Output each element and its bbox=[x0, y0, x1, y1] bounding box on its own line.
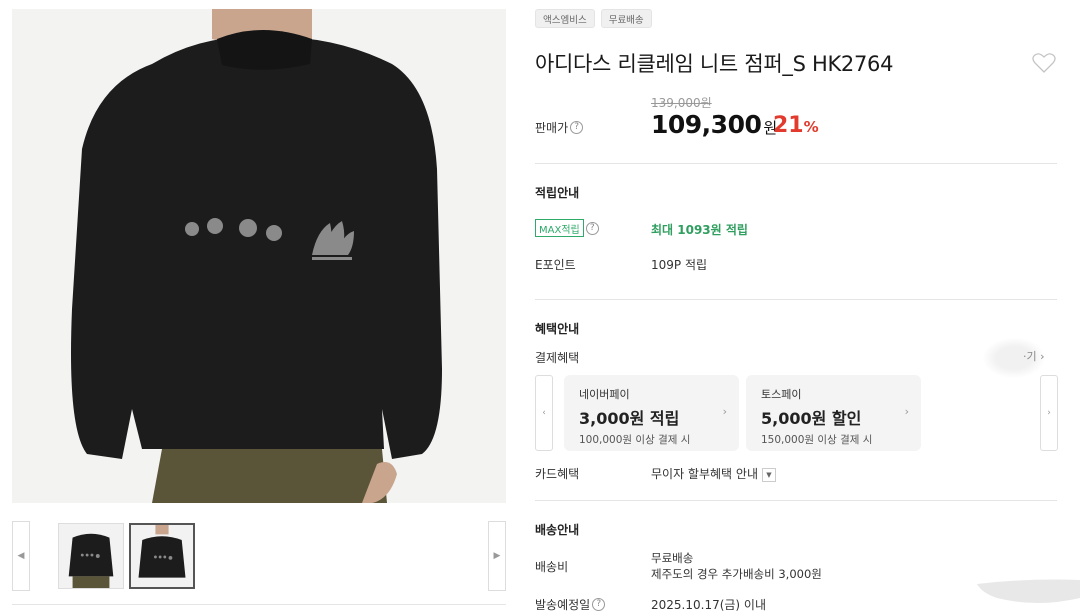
payment-card-benefit: 5,000원 할인 bbox=[761, 409, 862, 428]
payment-card-condition: 150,000원 이상 결제 시 bbox=[761, 434, 873, 446]
payment-card-naverpay[interactable]: 네이버페이 3,000원 적립 100,000원 이상 결제 시 › bbox=[564, 375, 739, 451]
max-points-value: 최대 1093원 적립 bbox=[651, 223, 748, 237]
thumbnail-next-button[interactable]: ▶ bbox=[488, 521, 506, 591]
chevron-right-icon: › bbox=[722, 405, 727, 418]
divider bbox=[535, 299, 1057, 300]
ship-date-label: 발송예정일 ? bbox=[535, 596, 606, 613]
product-tags: 액스엠비스 무료배송 bbox=[535, 9, 652, 28]
ship-date-value: 2025.10.17(금) 이내 bbox=[651, 598, 767, 612]
payment-card-condition: 100,000원 이상 결제 시 bbox=[579, 434, 691, 446]
delivery-fee-label: 배송비 bbox=[535, 560, 569, 574]
original-price: 139,000원 bbox=[651, 96, 712, 110]
discount-rate: 21% bbox=[773, 113, 819, 138]
delivery-fee-line1: 무료배송 bbox=[651, 551, 694, 565]
max-points-label: MAX적립 ? bbox=[535, 219, 599, 237]
thumbnail-carousel: ◀ ▶ bbox=[12, 521, 506, 591]
product-page: ◀ ▶ 액스엠비스 무료배송 아디다스 리클레임 니트 점퍼_S HK2764 … bbox=[0, 0, 1080, 613]
question-icon[interactable]: ? bbox=[585, 221, 599, 235]
payment-card-name: 토스페이 bbox=[761, 388, 802, 401]
chevron-right-icon: ▶ bbox=[493, 551, 501, 561]
card-benefit-text: 무이자 할부혜택 안내 bbox=[651, 467, 758, 481]
card-benefit-value[interactable]: 무이자 할부혜택 안내 ▼ bbox=[651, 465, 776, 482]
heart-outline-icon[interactable] bbox=[1032, 52, 1056, 74]
chevron-right-icon: › bbox=[904, 405, 909, 418]
product-main-image bbox=[12, 9, 506, 503]
payment-card-name: 네이버페이 bbox=[579, 388, 630, 401]
benefits-section-title: 혜택안내 bbox=[535, 322, 580, 336]
points-section-title: 적립안내 bbox=[535, 186, 580, 200]
more-link[interactable]: ·기 › bbox=[1023, 348, 1045, 364]
payment-carousel-next-button[interactable]: › bbox=[1040, 375, 1058, 451]
delivery-fee-value: 무료배송 제주도의 경우 추가배송비 3,000원 bbox=[651, 550, 822, 582]
question-icon[interactable]: ? bbox=[592, 598, 606, 611]
epoint-value: 109P 적립 bbox=[651, 258, 708, 272]
sale-price-value: 109,300 bbox=[651, 110, 762, 139]
card-benefit-label: 카드혜택 bbox=[535, 467, 580, 481]
tag-brand[interactable]: 액스엠비스 bbox=[535, 9, 595, 28]
epoint-label: E포인트 bbox=[535, 258, 576, 272]
price-label-text: 판매가 bbox=[535, 121, 569, 135]
decorative-swoosh bbox=[977, 579, 1080, 603]
delivery-fee-line2: 제주도의 경우 추가배송비 3,000원 bbox=[651, 567, 822, 581]
question-icon[interactable]: ? bbox=[570, 121, 584, 134]
chevron-down-icon[interactable]: ▼ bbox=[762, 467, 776, 482]
tag-free-shipping[interactable]: 무료배송 bbox=[600, 9, 652, 28]
product-info-panel: 액스엠비스 무료배송 아디다스 리클레임 니트 점퍼_S HK2764 판매가 … bbox=[535, 0, 1058, 613]
thumbnail-1[interactable] bbox=[58, 523, 124, 589]
chevron-right-icon: › bbox=[1047, 408, 1051, 418]
ship-date-label-text: 발송예정일 bbox=[535, 598, 591, 612]
payment-benefit-label: 결제혜택 bbox=[535, 351, 580, 365]
price-label: 판매가 ? bbox=[535, 119, 584, 136]
chevron-left-icon: ‹ bbox=[542, 408, 546, 418]
chevron-left-icon: ◀ bbox=[17, 551, 25, 561]
payment-card-tosspay[interactable]: 토스페이 5,000원 할인 150,000원 이상 결제 시 › bbox=[746, 375, 921, 451]
thumbnail-prev-button[interactable]: ◀ bbox=[12, 521, 30, 591]
max-points-badge: MAX적립 bbox=[535, 219, 584, 237]
sale-price: 109,300 원 bbox=[651, 110, 777, 139]
divider bbox=[535, 163, 1057, 164]
discount-value: 21 bbox=[773, 113, 804, 138]
product-title: 아디다스 리클레임 니트 점퍼_S HK2764 bbox=[535, 52, 894, 76]
delivery-section-title: 배송안내 bbox=[535, 523, 580, 537]
thumbnail-2-selected[interactable] bbox=[129, 523, 195, 589]
payment-carousel-prev-button[interactable]: ‹ bbox=[535, 375, 553, 451]
discount-unit: % bbox=[803, 118, 819, 136]
divider bbox=[12, 604, 506, 605]
divider bbox=[535, 500, 1057, 501]
payment-card-benefit: 3,000원 적립 bbox=[579, 409, 680, 428]
